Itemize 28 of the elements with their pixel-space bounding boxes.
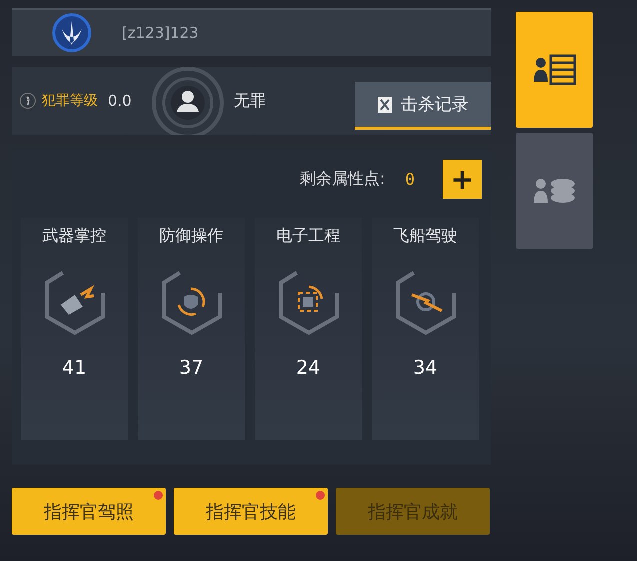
profile-list-icon: [532, 54, 576, 86]
commander-button[interactable]: 指挥官技能: [174, 488, 328, 535]
profile-coins-icon: [532, 177, 576, 205]
side-tab[interactable]: [516, 12, 593, 128]
skill-name: 防御操作: [160, 226, 224, 247]
emblem-icon: [52, 13, 92, 53]
skill-value: 41: [62, 357, 87, 379]
commander-button[interactable]: 指挥官驾照: [12, 488, 166, 535]
remaining-points-value: 0: [405, 170, 415, 189]
crime-level-value: 0.0: [108, 92, 132, 110]
add-point-button[interactable]: +: [443, 160, 482, 199]
skill-value: 34: [413, 357, 438, 379]
info-icon[interactable]: [20, 93, 36, 109]
skill-value: 24: [296, 357, 321, 379]
skill-card[interactable]: 武器掌控 41: [21, 218, 128, 440]
skill-card[interactable]: 防御操作 37: [138, 218, 245, 440]
skill-card[interactable]: 电子工程 24: [255, 218, 362, 440]
skill-value: 37: [179, 357, 204, 379]
crime-status: 无罪: [234, 90, 266, 112]
crime-level-label: 犯罪等级: [42, 92, 98, 110]
kill-record-button[interactable]: 击杀记录: [355, 82, 491, 130]
skill-card[interactable]: 飞船驾驶 34: [372, 218, 479, 440]
skill-name: 飞船驾驶: [394, 226, 458, 247]
skill-name: 武器掌控: [42, 226, 106, 247]
skill-name: 电子工程: [276, 226, 340, 247]
player-name: [z123]123: [122, 24, 199, 42]
remaining-points-label: 剩余属性点:: [300, 169, 386, 190]
side-tab[interactable]: [516, 133, 593, 249]
